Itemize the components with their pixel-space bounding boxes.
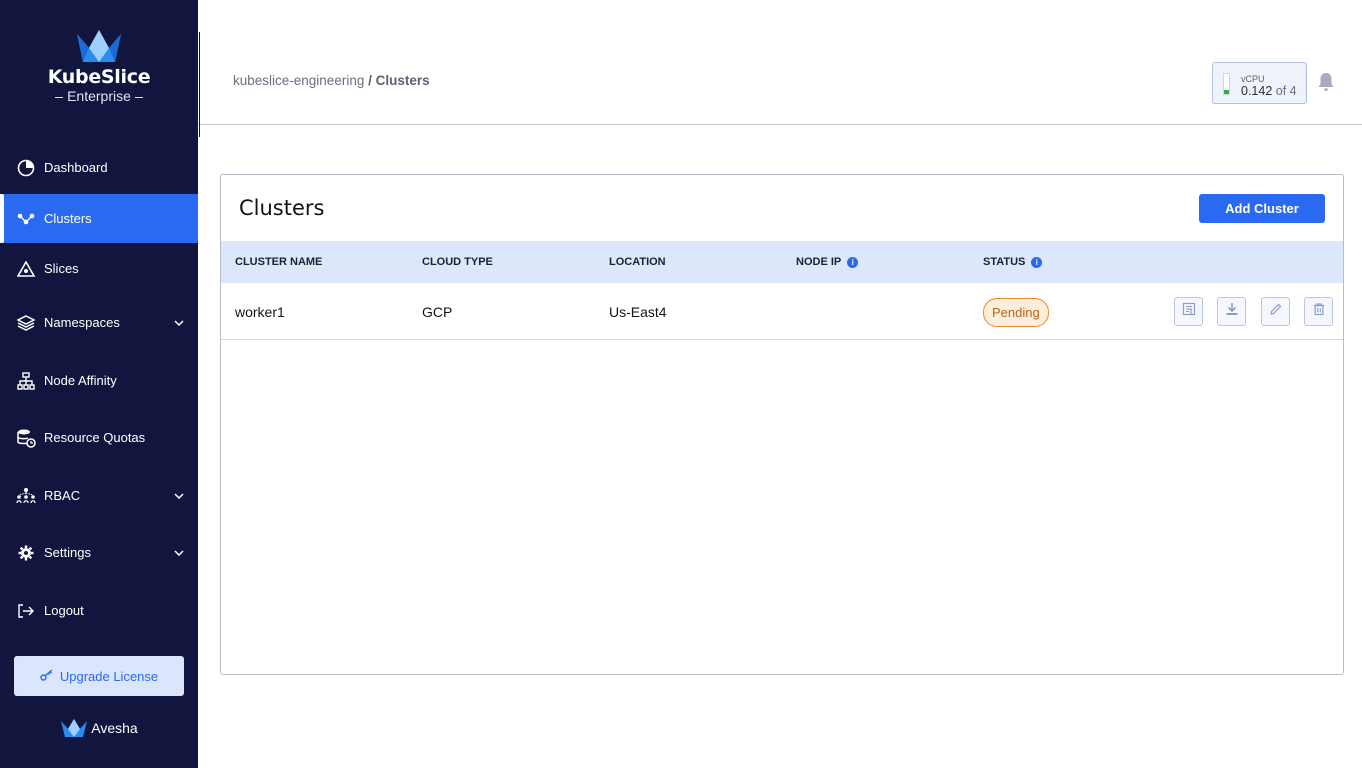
sidebar-item-label: Logout (44, 603, 84, 618)
cloud-type-cell: GCP (422, 303, 453, 320)
vcpu-usage-widget[interactable]: vCPU 0.142 of 4 (1212, 62, 1307, 104)
database-clock-icon (16, 428, 36, 448)
sidebar-item-settings[interactable]: Settings (0, 528, 198, 577)
sidebar-item-logout[interactable]: Logout (0, 586, 198, 635)
info-icon[interactable]: i (847, 256, 859, 268)
column-header-cluster-name[interactable]: CLUSTER NAME (235, 241, 322, 283)
download-icon (1225, 302, 1239, 321)
view-details-button[interactable] (1174, 297, 1203, 326)
crown-logo-icon (77, 30, 121, 62)
bell-icon[interactable] (1317, 72, 1335, 92)
vcpu-value: 0.142 of 4 (1241, 84, 1297, 98)
table-header: CLUSTER NAME CLOUD TYPE LOCATION NODE IP… (221, 241, 1343, 283)
kubeslice-logo[interactable]: KubeSlice Enterprise (0, 28, 198, 104)
breadcrumb-project[interactable]: kubeslice-engineering (233, 73, 364, 88)
edit-button[interactable] (1261, 297, 1290, 326)
chevron-down-icon[interactable] (174, 548, 184, 558)
sidebar-item-slices[interactable]: Slices (0, 244, 198, 293)
sidebar: KubeSlice Enterprise Dashboard Clusters … (0, 0, 198, 768)
sidebar-item-rbac[interactable]: RBAC (0, 471, 198, 520)
column-header-label: CLUSTER NAME (235, 256, 323, 268)
avesha-logo: Avesha (0, 718, 198, 738)
breadcrumb-separator: / (364, 73, 376, 88)
clusters-card: Clusters Add Cluster CLUSTER NAME CLOUD … (220, 174, 1344, 675)
avesha-brand: Avesha (91, 720, 138, 736)
column-header-label: LOCATION (609, 256, 666, 268)
column-header-label: STATUS (983, 256, 1026, 268)
delete-button[interactable] (1304, 297, 1333, 326)
table-row[interactable]: worker1 GCP Us-East4 Pending (221, 283, 1343, 340)
vcpu-total: of 4 (1275, 84, 1297, 98)
sidebar-item-label: Settings (44, 545, 91, 560)
brand-edition: Enterprise (0, 88, 198, 104)
vcpu-used: 0.142 (1241, 84, 1273, 98)
breadcrumb: kubeslice-engineering / Clusters (233, 73, 430, 88)
info-icon[interactable]: i (1031, 256, 1043, 268)
column-header-label: NODE IP (796, 256, 842, 268)
chevron-down-icon[interactable] (174, 318, 184, 328)
sidebar-item-namespaces[interactable]: Namespaces (0, 298, 198, 347)
breadcrumb-current: Clusters (375, 73, 430, 88)
page-title: Clusters (239, 196, 325, 220)
sidebar-item-resource-quotas[interactable]: Resource Quotas (0, 413, 198, 462)
chevron-down-icon[interactable] (174, 491, 184, 501)
cluster-nodes-icon (16, 209, 36, 229)
slice-icon (16, 259, 36, 279)
sidebar-item-label: Resource Quotas (44, 430, 146, 445)
sidebar-item-label: Node Affinity (44, 373, 117, 388)
sidebar-item-label: Slices (44, 261, 79, 276)
sidebar-item-label: Namespaces (44, 315, 120, 330)
layers-icon (16, 313, 36, 333)
add-cluster-button[interactable]: Add Cluster (1199, 194, 1325, 223)
status-badge: Pending (983, 298, 1049, 327)
sidebar-item-label: Dashboard (44, 160, 108, 175)
column-header-node-ip[interactable]: NODE IP i (796, 241, 859, 283)
document-icon (1182, 302, 1196, 321)
logout-icon (16, 601, 36, 621)
vcpu-meter-fill (1224, 89, 1229, 94)
sidebar-item-clusters[interactable]: Clusters (0, 194, 198, 243)
cluster-name-cell[interactable]: worker1 (235, 283, 285, 340)
pie-chart-icon (16, 158, 36, 178)
sidebar-item-node-affinity[interactable]: Node Affinity (0, 356, 198, 405)
sidebar-item-label: RBAC (44, 488, 81, 503)
top-bar: kubeslice-engineering / Clusters vCPU 0.… (198, 0, 1362, 137)
column-header-label: CLOUD TYPE (422, 256, 493, 268)
brand-name: KubeSlice (47, 66, 151, 88)
divider (199, 32, 200, 137)
location-cell: Us-East4 (609, 303, 667, 320)
trash-icon (1312, 302, 1326, 321)
avesha-crown-icon (61, 719, 88, 737)
pencil-icon (1269, 302, 1283, 321)
download-button[interactable] (1217, 297, 1246, 326)
sidebar-item-dashboard[interactable]: Dashboard (0, 143, 198, 192)
column-header-location[interactable]: LOCATION (609, 241, 666, 283)
users-network-icon (16, 486, 36, 506)
column-header-cloud-type[interactable]: CLOUD TYPE (422, 241, 493, 283)
column-header-status[interactable]: STATUS i (983, 241, 1043, 283)
upgrade-license-button[interactable]: Upgrade License (14, 656, 184, 696)
vcpu-label: vCPU (1241, 74, 1265, 84)
sidebar-item-label: Clusters (44, 211, 92, 226)
gear-icon (16, 543, 36, 563)
vcpu-meter (1223, 73, 1230, 95)
key-icon (40, 668, 54, 684)
upgrade-license-label: Upgrade License (59, 668, 159, 684)
hierarchy-icon (16, 371, 36, 391)
